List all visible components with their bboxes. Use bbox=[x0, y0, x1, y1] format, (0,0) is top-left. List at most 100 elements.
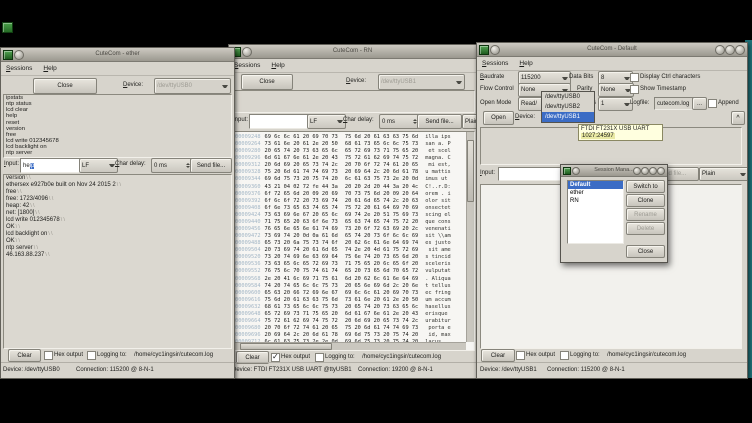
menu-sessions[interactable]: Sessions bbox=[6, 65, 32, 72]
clear-button[interactable]: Clear bbox=[8, 349, 41, 362]
browse-logfile-button[interactable]: ... bbox=[692, 97, 707, 110]
hex-bytes-2: 69 6c 6c 61 20 69 70 73 bbox=[345, 290, 418, 296]
desktop-icon[interactable] bbox=[2, 22, 13, 33]
input-field[interactable] bbox=[498, 167, 566, 181]
output-area[interactable]: version\ \ethersex e927b0e built on Nov … bbox=[3, 174, 232, 349]
shade-button[interactable] bbox=[715, 45, 725, 55]
status-connection: Connection: 115200 @ 8-N-1 bbox=[547, 367, 625, 373]
session-list[interactable]: DefaultetherRN bbox=[567, 180, 624, 244]
close-button[interactable]: Close bbox=[33, 78, 97, 94]
vertical-scrollbar-thumb[interactable] bbox=[467, 140, 474, 202]
databits-label: Data Bits bbox=[569, 74, 593, 80]
help-button[interactable] bbox=[633, 167, 641, 175]
minimize-button[interactable] bbox=[725, 45, 735, 55]
logging-checkbox[interactable] bbox=[560, 351, 569, 360]
titlebar[interactable]: CuteCom - RN bbox=[229, 45, 476, 59]
char-delay-label: Char delay: bbox=[343, 117, 374, 123]
char-delay-spinner[interactable]: 0 ms bbox=[151, 158, 193, 173]
clear-button[interactable]: Clear bbox=[481, 349, 515, 362]
minimize-button[interactable] bbox=[649, 167, 657, 175]
menu-help[interactable]: Help bbox=[43, 65, 56, 72]
close-window-button[interactable] bbox=[657, 167, 665, 175]
switch-to-button[interactable]: Switch to bbox=[626, 180, 665, 193]
display-ctrl-checkbox[interactable] bbox=[630, 73, 639, 82]
hex-output-checkbox[interactable] bbox=[44, 351, 53, 360]
hex-output-checkbox[interactable] bbox=[271, 353, 280, 362]
close-dialog-button[interactable]: Close bbox=[626, 245, 665, 258]
menu-help[interactable]: Help bbox=[519, 60, 532, 67]
send-file-button[interactable]: Send file... bbox=[190, 158, 232, 173]
device-dropdown-popup[interactable]: /dev/ttyUSB0/dev/ttyUSB2/dev/ttyUSB1 bbox=[541, 91, 595, 123]
history-item[interactable]: ntp server bbox=[4, 150, 231, 156]
logging-checkbox[interactable] bbox=[315, 353, 324, 362]
crlf-glyph: \ \ bbox=[117, 182, 121, 188]
device-option[interactable]: /dev/ttyUSB0 bbox=[542, 92, 594, 102]
hex-bytes-2: 75 72 61 62 69 74 75 72 bbox=[345, 155, 418, 161]
device-option[interactable]: /dev/ttyUSB2 bbox=[542, 102, 594, 112]
close-button[interactable]: Close bbox=[241, 74, 293, 90]
hex-address: 00009600 bbox=[235, 290, 261, 296]
logfile-field[interactable]: cutecom.log bbox=[654, 97, 695, 110]
hex-bytes-1: 65 73 20 6a 75 73 74 6f bbox=[265, 240, 338, 246]
hex-output-label: Hex output bbox=[526, 352, 555, 358]
hex-address: 00009680 bbox=[235, 325, 261, 331]
session-item[interactable]: RN bbox=[568, 197, 623, 205]
send-file-button[interactable]: Send file... bbox=[417, 114, 462, 129]
hex-bytes-1: 76 75 6c 70 75 74 61 74 bbox=[265, 268, 338, 274]
device-combobox[interactable]: /dev/ttyUSB0 bbox=[154, 78, 231, 94]
menu-help[interactable]: Help bbox=[271, 62, 284, 69]
chevron-up-icon: ^ bbox=[736, 115, 740, 121]
shade-button[interactable] bbox=[641, 167, 649, 175]
menu-sessions[interactable]: Sessions bbox=[234, 62, 260, 69]
hex-bytes-1: 20 73 69 74 20 61 6d 65 bbox=[265, 247, 338, 253]
titlebar[interactable]: CuteCom - Default bbox=[477, 43, 747, 57]
line-end-combobox[interactable]: LF bbox=[307, 114, 346, 129]
append-label: Append bbox=[718, 100, 739, 106]
display-mode-combobox[interactable]: Plain bbox=[462, 114, 477, 129]
session-item[interactable]: ether bbox=[568, 189, 623, 197]
titlebar[interactable]: CuteCom - ether bbox=[1, 48, 234, 62]
hex-bytes-1: 69 6c 6c 61 20 69 70 73 bbox=[265, 134, 338, 140]
collapse-settings-button[interactable]: ^ bbox=[731, 111, 745, 125]
rename-button[interactable]: Rename bbox=[626, 208, 665, 221]
clone-button[interactable]: Clone bbox=[626, 194, 665, 207]
hex-output-checkbox[interactable] bbox=[516, 351, 525, 360]
hex-bytes-1: 20 65 74 20 73 63 65 6c bbox=[265, 148, 338, 154]
hex-bytes-1: 73 69 74 20 0d 0a 61 6d bbox=[265, 233, 338, 239]
timestamp-label: Show Timestamp bbox=[640, 86, 686, 92]
output-line: heap: 42\ \ bbox=[4, 203, 231, 210]
parity-combobox[interactable]: None bbox=[598, 83, 634, 97]
delete-button[interactable]: Delete bbox=[626, 222, 665, 235]
hex-row: 000092966d 61 67 6e 61 2e 20 4375 72 61 … bbox=[232, 155, 466, 162]
hex-row: 0000968020 70 6f 72 74 61 20 6575 20 6d … bbox=[232, 325, 466, 332]
device-combobox[interactable]: /dev/ttyUSB1 bbox=[378, 74, 465, 90]
open-button[interactable]: Open bbox=[483, 111, 514, 125]
display-mode-combobox[interactable]: Plain bbox=[699, 167, 748, 181]
status-bar: Device: /dev/ttyUSB1 Connection: 115200 … bbox=[477, 362, 747, 378]
command-history-list[interactable] bbox=[231, 90, 475, 113]
command-history-list[interactable]: ipstatsntp statuslcd clearhelpresetversi… bbox=[3, 94, 232, 158]
menu-sessions[interactable]: Sessions bbox=[482, 60, 508, 67]
logging-path: /home/cyc1ingsir/cutecom.log bbox=[607, 352, 686, 358]
horizontal-scrollbar[interactable] bbox=[232, 342, 466, 350]
hex-bytes-2: 65 74 20 73 6f 6c 6c 69 bbox=[345, 233, 418, 239]
timestamp-checkbox[interactable] bbox=[630, 85, 639, 94]
vertical-scrollbar[interactable] bbox=[466, 132, 474, 342]
append-checkbox[interactable] bbox=[708, 99, 717, 108]
close-window-button[interactable] bbox=[735, 45, 745, 55]
logging-checkbox[interactable] bbox=[87, 351, 96, 360]
line-end-combobox[interactable]: LF bbox=[79, 158, 118, 173]
horizontal-scrollbar-thumb[interactable] bbox=[240, 343, 332, 350]
input-field[interactable]: help bbox=[20, 158, 83, 173]
stop-bits-combobox[interactable]: 1 bbox=[598, 97, 633, 111]
hex-output-area[interactable]: 0000924869 6c 6c 61 20 69 70 7375 6d 20 … bbox=[231, 131, 475, 351]
hex-row: 0000963268 61 73 65 6c 6c 75 7320 65 74 … bbox=[232, 304, 466, 311]
input-field[interactable] bbox=[249, 114, 311, 129]
session-item[interactable]: Default bbox=[568, 181, 623, 189]
char-delay-spinner[interactable]: 0 ms bbox=[379, 114, 420, 129]
input-label: Input: bbox=[4, 161, 19, 167]
dialog-titlebar[interactable]: Session Mana... bbox=[561, 165, 667, 177]
device-option[interactable]: /dev/ttyUSB1 bbox=[542, 112, 594, 122]
hex-row: 0000926473 61 6e 20 61 2e 20 5068 61 73 … bbox=[232, 141, 466, 148]
hex-row: 0000953673 63 65 6c 65 72 69 7371 75 65 … bbox=[232, 261, 466, 268]
